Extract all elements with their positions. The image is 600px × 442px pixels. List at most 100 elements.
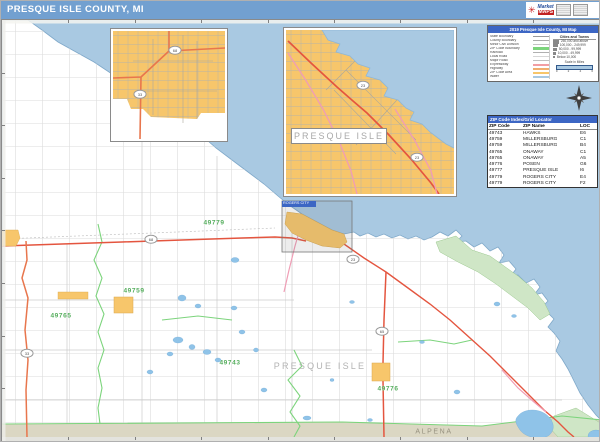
zip-index-table: ZIP Code ZIP Name LOC 49743HAWKSE649759M…	[488, 123, 597, 187]
grid-ruler-tick	[135, 20, 136, 23]
page-title: PRESQUE ISLE COUNTY, MI	[1, 1, 600, 19]
legend-item-label: Water	[490, 75, 533, 78]
city-class-icon	[553, 56, 555, 58]
legend-item-label: Highway	[490, 67, 533, 70]
zip-index-title: ZIP Code Index/Grid Locator	[488, 116, 597, 123]
grid-ruler-tick	[2, 178, 5, 179]
grid-ruler-tick	[2, 336, 5, 337]
grid-ruler-tick	[467, 20, 468, 23]
legend-item-swatch	[533, 60, 549, 61]
legend-item-swatch	[533, 76, 549, 78]
grid-ruler-tick	[268, 20, 269, 23]
legend-cities-column: Cities and Towns 250,000 and above100,00…	[549, 35, 596, 80]
zip-table-cell: E6	[579, 130, 597, 137]
onaway-inset-canvas	[113, 31, 225, 139]
onaway-inset-map	[111, 29, 227, 141]
grid-ruler-tick	[68, 20, 69, 23]
millersburg-zip-area	[114, 297, 133, 313]
grid-ruler-tick	[68, 437, 69, 440]
legend-item-label: County Boundary	[490, 39, 533, 42]
zip-table-cell: 49743	[488, 130, 522, 137]
legend-item-label: Expressway	[490, 63, 533, 66]
zip-table-row: 49779ROGERS CITYF2	[488, 181, 597, 187]
grid-ruler-tick	[400, 20, 401, 23]
zip-table-cell: ROGERS CITY	[522, 181, 579, 187]
grid-ruler-tick	[201, 437, 202, 440]
col-zip-code: ZIP Code	[488, 123, 522, 130]
city-class-icon	[553, 44, 558, 48]
ruler-band-bottom	[2, 437, 600, 441]
grid-ruler-tick	[135, 437, 136, 440]
millersburg-zip-area	[58, 292, 88, 299]
city-class-row: Below 10,000	[553, 55, 596, 59]
legend-item-swatch	[533, 40, 549, 41]
logo-starburst-icon: ✳	[528, 6, 536, 15]
map-page: PRESQUE ISLE COUNTY, MI ✳ Market MAPS	[0, 0, 600, 442]
legend-item-swatch	[533, 47, 549, 49]
logo-word-maps: MAPS	[538, 10, 554, 15]
legend-title: 2019 Presque Isle County, MI Map	[488, 26, 598, 33]
legend-item-swatch	[533, 68, 549, 70]
legend-item-label: Railroad	[490, 51, 533, 54]
grid-ruler-tick	[268, 437, 269, 440]
legend-item-label: Major Road	[490, 59, 533, 62]
legend-item-swatch	[533, 52, 549, 53]
zip-index-panel: ZIP Code Index/Grid Locator ZIP Code ZIP…	[487, 115, 598, 188]
inset-extent-box	[282, 201, 352, 252]
grid-ruler-tick	[533, 20, 534, 23]
zip-table-cell: F2	[579, 181, 597, 187]
grid-ruler-tick	[334, 437, 335, 440]
grid-ruler-tick	[2, 388, 5, 389]
legend-item-label: Minor Civil Division	[490, 43, 533, 46]
city-class-icon	[553, 48, 557, 51]
legend-item-label: ZIP Code Area	[490, 71, 533, 74]
publisher-logo: ✳ Market MAPS	[526, 2, 600, 18]
legend-item-label: ZIP Code Boundary	[490, 47, 533, 50]
logo-detail-box	[573, 4, 588, 16]
grid-ruler-tick	[2, 125, 5, 126]
ruler-band-top	[2, 20, 600, 24]
legend-item-swatch	[533, 64, 549, 66]
city-classes: 250,000 and above100,000 - 249,99950,000…	[553, 40, 596, 59]
grid-ruler-tick	[334, 20, 335, 23]
title-bar: PRESQUE ISLE COUNTY, MI	[1, 1, 600, 19]
legend-item-swatch	[533, 44, 549, 45]
legend-item-label: Local Road	[490, 55, 533, 58]
city-class-icon	[553, 52, 556, 55]
legend-item-label: State Boundary	[490, 35, 533, 38]
legend-panel: 2019 Presque Isle County, MI Map State B…	[487, 25, 599, 82]
legend-items: State BoundaryCounty BoundaryMinor Civil…	[490, 35, 549, 80]
inset-extent-titlebar	[282, 201, 316, 207]
scale-tick-label: 2	[568, 70, 570, 74]
scale-tick-label: 4	[580, 70, 582, 74]
zip-table-cell: HAWKS	[522, 130, 579, 137]
logo-wordmark: Market MAPS	[538, 5, 554, 15]
scale-bar-block: Scale in Miles 0 2 4 6	[553, 61, 596, 73]
scale-caption: Scale in Miles	[553, 61, 596, 65]
legend-item-swatch	[533, 56, 549, 57]
scale-ticks: 0 2 4 6	[553, 70, 596, 74]
city-class-range: Below 10,000	[557, 56, 576, 59]
grid-ruler-tick	[2, 230, 5, 231]
grid-ruler-tick	[201, 20, 202, 23]
rogers-city-inset-canvas	[286, 30, 454, 194]
scale-tick-label: 0	[556, 70, 558, 74]
rogers-city-inset-map	[284, 28, 456, 196]
scale-tick-label: 6	[591, 70, 593, 74]
grid-ruler-tick	[467, 437, 468, 440]
posen-zip-area	[372, 363, 390, 381]
col-zip-name: ZIP Name	[522, 123, 579, 130]
grid-ruler-tick	[2, 73, 5, 74]
col-loc: LOC	[579, 123, 597, 130]
grid-ruler-tick	[400, 437, 401, 440]
zip-table-header-row: ZIP Code ZIP Name LOC	[488, 123, 597, 130]
logo-detail-box	[556, 4, 571, 16]
grid-ruler-tick	[2, 283, 5, 284]
legend-item-swatch	[533, 72, 549, 74]
legend-item: Water	[490, 75, 549, 79]
legend-body: State BoundaryCounty BoundaryMinor Civil…	[488, 33, 598, 81]
zip-table-row: 49743HAWKSE6	[488, 130, 597, 137]
legend-item-swatch	[533, 36, 549, 37]
grid-ruler-tick	[533, 437, 534, 440]
zip-table-cell: 49779	[488, 181, 522, 187]
